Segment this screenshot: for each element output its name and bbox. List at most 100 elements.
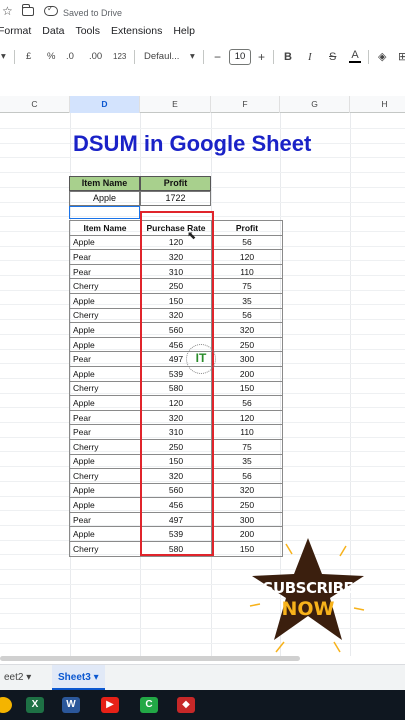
- cell-profit[interactable]: 250: [211, 336, 283, 353]
- cell-profit[interactable]: 320: [211, 322, 283, 338]
- cell-profit[interactable]: 75: [211, 438, 283, 455]
- sheet-tabs: eet2 ▾ Sheet3 ▾: [0, 664, 405, 690]
- menu-help[interactable]: Help: [173, 25, 195, 37]
- cell-item-name[interactable]: Cherry: [69, 380, 141, 397]
- excel-icon[interactable]: X: [26, 697, 44, 713]
- cell-item-name[interactable]: Pear: [69, 263, 141, 280]
- cell-item-name[interactable]: Apple: [69, 365, 141, 382]
- column-header-h[interactable]: H: [350, 96, 405, 113]
- cell-profit[interactable]: 200: [211, 365, 283, 382]
- cell-profit[interactable]: 250: [211, 497, 283, 513]
- toolbar: ▾ £ % .0 .00 123 Defaul... ▾ − 10 + B I …: [0, 44, 405, 70]
- mouse-cursor-icon: ⬉: [187, 230, 197, 242]
- cell-profit[interactable]: 35: [211, 292, 283, 309]
- table-header-item-name[interactable]: Item Name: [69, 220, 141, 236]
- cell-item-name[interactable]: Apple: [69, 453, 141, 470]
- bold-button[interactable]: B: [284, 50, 292, 64]
- cell-item-name[interactable]: Pear: [69, 511, 141, 528]
- strikethrough-button[interactable]: S: [329, 50, 336, 64]
- number-format-button[interactable]: 123: [113, 50, 126, 64]
- cell-item-name[interactable]: Cherry: [69, 541, 141, 557]
- currency-format-button[interactable]: £: [26, 50, 31, 64]
- cell-item-name[interactable]: Apple: [69, 234, 141, 251]
- cell-profit[interactable]: 150: [211, 380, 283, 397]
- cell-item-name[interactable]: Apple: [69, 336, 141, 353]
- cell-item-name[interactable]: Cherry: [69, 278, 141, 294]
- cell-profit[interactable]: 320: [211, 482, 283, 499]
- cell-item-name[interactable]: Apple: [69, 395, 141, 411]
- menu-tools[interactable]: Tools: [75, 25, 100, 37]
- cell-item-name[interactable]: Pear: [69, 249, 141, 265]
- text-color-icon[interactable]: A: [349, 49, 361, 63]
- cell-profit[interactable]: 120: [211, 249, 283, 265]
- cell-item-name[interactable]: Pear: [69, 409, 141, 426]
- toolbar-divider: [134, 50, 135, 64]
- cell-item-name[interactable]: Apple: [69, 292, 141, 309]
- fill-color-icon[interactable]: ◈: [378, 50, 386, 64]
- percent-format-button[interactable]: %: [47, 50, 55, 64]
- cell-profit[interactable]: 56: [211, 307, 283, 324]
- decrease-decimal-button[interactable]: .0: [66, 50, 74, 64]
- cell-item-name[interactable]: Apple: [69, 322, 141, 338]
- tab-sheet3-label: Sheet3: [58, 672, 91, 683]
- cell-item-name[interactable]: Cherry: [69, 438, 141, 455]
- spreadsheet-grid[interactable]: C D E F G H DSUM in Google Sheet Item Na…: [0, 96, 405, 656]
- star-icon[interactable]: ☆: [2, 4, 13, 18]
- cell-item-name[interactable]: Apple: [69, 497, 141, 513]
- criteria-header-profit[interactable]: Profit: [140, 176, 211, 191]
- criteria-header-item-name[interactable]: Item Name: [69, 176, 140, 191]
- borders-icon[interactable]: ⊞: [398, 50, 405, 64]
- increase-decimal-button[interactable]: .00: [89, 50, 102, 64]
- gridline: [0, 172, 405, 174]
- column-header-g[interactable]: G: [280, 96, 350, 113]
- cell-item-name[interactable]: Cherry: [69, 307, 141, 324]
- cloud-saved-icon: [44, 4, 58, 16]
- chrome-icon[interactable]: [0, 697, 12, 713]
- criteria-value-item-name[interactable]: Apple: [69, 191, 140, 206]
- cell-profit[interactable]: 110: [211, 263, 283, 280]
- column-header-c[interactable]: C: [0, 96, 70, 113]
- menu-format[interactable]: Format: [0, 25, 31, 37]
- tab-sheet2[interactable]: eet2 ▾: [0, 665, 35, 690]
- menu-extensions[interactable]: Extensions: [111, 25, 162, 37]
- watermark-logo: IT: [186, 344, 216, 374]
- cell-item-name[interactable]: Apple: [69, 526, 141, 543]
- horizontal-scrollbar[interactable]: [0, 656, 300, 661]
- menu-data[interactable]: Data: [42, 25, 64, 37]
- font-size-input[interactable]: 10: [229, 49, 251, 65]
- camtasia-icon[interactable]: C: [140, 697, 158, 713]
- toolbar-dropdown-icon[interactable]: ▾: [1, 50, 6, 64]
- word-icon[interactable]: W: [62, 697, 80, 713]
- font-size-increase-button[interactable]: +: [258, 50, 265, 64]
- selected-cell[interactable]: [69, 206, 140, 219]
- sheet-title[interactable]: DSUM in Google Sheet: [73, 131, 311, 157]
- font-family-chevron-icon[interactable]: ▾: [190, 50, 195, 64]
- move-folder-icon[interactable]: [21, 4, 34, 16]
- font-family-select[interactable]: Defaul...: [144, 50, 179, 64]
- column-header-d[interactable]: D: [70, 96, 140, 113]
- font-size-decrease-button[interactable]: −: [214, 50, 221, 64]
- cell-profit[interactable]: 120: [211, 409, 283, 426]
- column-header-f[interactable]: F: [211, 96, 280, 113]
- cell-item-name[interactable]: Pear: [69, 351, 141, 367]
- cell-profit[interactable]: 110: [211, 424, 283, 440]
- cell-profit[interactable]: 300: [211, 351, 283, 367]
- column-header-e[interactable]: E: [140, 96, 211, 113]
- youtube-icon[interactable]: ▶: [101, 697, 119, 713]
- cell-profit[interactable]: 75: [211, 278, 283, 294]
- subscribe-text: SUBSCRIBE: [262, 579, 354, 597]
- cell-item-name[interactable]: Apple: [69, 482, 141, 499]
- italic-button[interactable]: I: [308, 50, 312, 64]
- cell-profit[interactable]: 56: [211, 234, 283, 251]
- cell-profit[interactable]: 56: [211, 468, 283, 484]
- cell-profit[interactable]: 56: [211, 395, 283, 411]
- cell-profit[interactable]: 35: [211, 453, 283, 470]
- tab-sheet3[interactable]: Sheet3 ▾: [52, 665, 105, 690]
- recorder-icon[interactable]: ◆: [177, 697, 195, 713]
- cell-profit[interactable]: 300: [211, 511, 283, 528]
- purchase-rate-highlight: [140, 211, 214, 556]
- cell-item-name[interactable]: Cherry: [69, 468, 141, 484]
- criteria-value-profit[interactable]: 1722: [140, 191, 211, 206]
- table-header-profit[interactable]: Profit: [211, 220, 283, 236]
- cell-item-name[interactable]: Pear: [69, 424, 141, 440]
